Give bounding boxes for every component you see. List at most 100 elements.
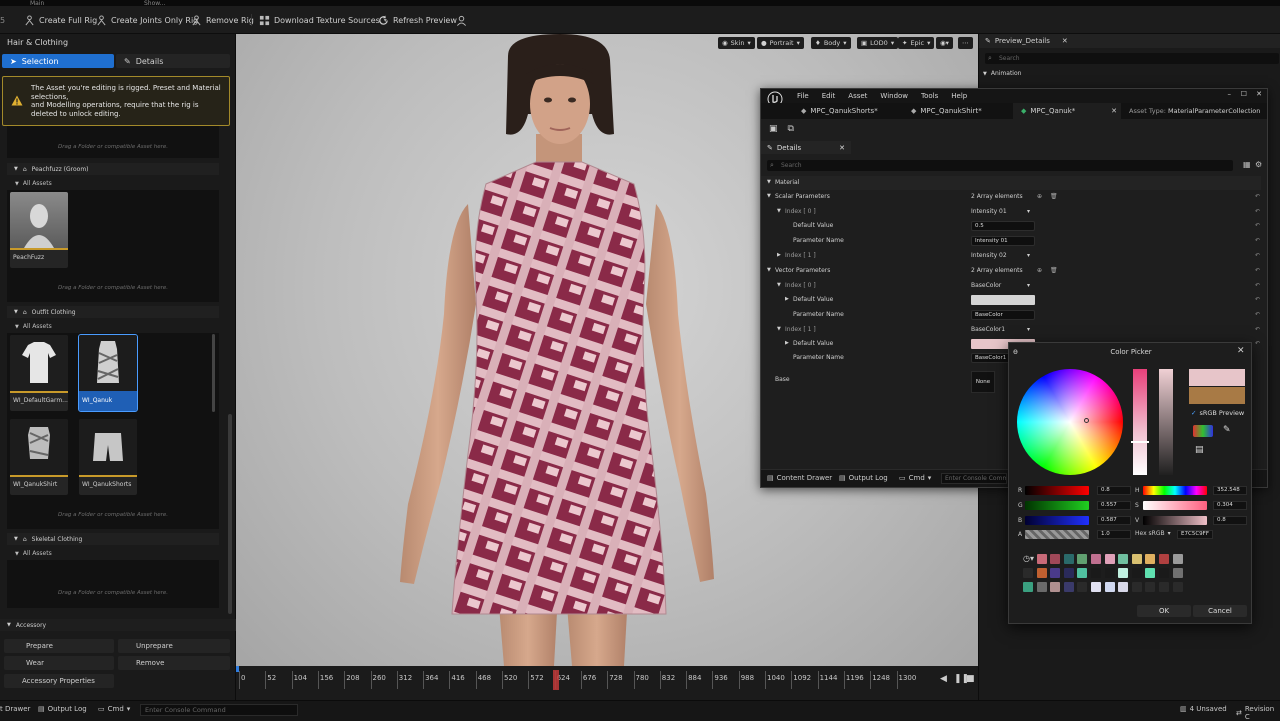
scalar-parameters-row[interactable]: ▼ Scalar Parameters 2 Array elements ⊕ 🗑 … [761, 190, 1261, 204]
color-swatch[interactable] [1159, 554, 1169, 564]
download-texture-sources-button[interactable]: Download Texture Sources ▾ [259, 12, 387, 28]
color-swatch[interactable] [1050, 582, 1061, 592]
tab-details[interactable]: ✎ Details [116, 54, 230, 68]
b-value-input[interactable]: 0.587 [1097, 516, 1131, 525]
reset-icon[interactable]: ↶ [1255, 326, 1260, 333]
details-tab[interactable]: ✎ Details ✕ [761, 141, 851, 154]
add-element-icon[interactable]: ⊕ [1037, 267, 1042, 274]
stop-icon[interactable]: ■ [966, 674, 975, 684]
reset-icon[interactable]: ↶ [1255, 208, 1260, 215]
color-wheel[interactable] [1017, 369, 1123, 475]
animation-section[interactable]: ▼ Animation [983, 70, 1021, 77]
lod-dropdown[interactable]: ▣ LOD0 ▾ [857, 37, 899, 49]
vector-index1-row[interactable]: ▼ Index [ 1 ] BaseColor1 ▾ ↶ [761, 323, 1261, 337]
portrait-dropdown[interactable]: ● Portrait ▾ [757, 37, 804, 49]
v-slider[interactable] [1143, 516, 1207, 525]
asset-thumb-qanuk[interactable]: WI_Qanuk [78, 334, 138, 412]
vector-index0-row[interactable]: ▼ Index [ 0 ] BaseColor ▾ ↶ [761, 279, 1261, 293]
quality-dropdown[interactable]: ✦ Epic ▾ [898, 37, 935, 49]
color-swatch[interactable] [1050, 554, 1061, 564]
color-swatch[interactable] [1063, 582, 1074, 592]
peachfuzz-all-assets[interactable]: ▼ All Assets [7, 178, 219, 189]
close-icon[interactable]: ✕ [1062, 37, 1068, 45]
delete-all-icon[interactable]: 🗑 [1050, 267, 1058, 274]
saturation-bar[interactable] [1133, 369, 1147, 475]
color-swatch[interactable] [1091, 568, 1101, 578]
mpc-cmd-dropdown[interactable]: ▭ Cmd ▾ [899, 474, 931, 482]
srgb-preview-checkbox[interactable]: ✓ sRGB Preview [1191, 409, 1244, 417]
create-full-rig-button[interactable]: Create Full Rig [24, 12, 97, 28]
color-swatch[interactable] [1036, 554, 1047, 564]
color-swatch[interactable] [1091, 582, 1101, 592]
color-swatch[interactable] [1063, 568, 1074, 578]
menu-file[interactable]: File [797, 92, 809, 100]
reset-icon[interactable]: ↶ [1255, 311, 1260, 318]
reset-icon[interactable]: ↶ [1255, 237, 1260, 244]
animation-timeline[interactable]: 0 52 104 156 208 260 312 364 416 468 520 572 624 676 7… [236, 666, 978, 700]
browse-icon[interactable]: ⧉ [788, 124, 794, 134]
r-slider[interactable] [1025, 486, 1089, 495]
ok-button[interactable]: OK [1137, 605, 1191, 617]
color-channels-icon[interactable] [1193, 425, 1213, 437]
save-icon[interactable]: ▣ [769, 124, 778, 134]
unprepare-button[interactable]: Unprepare [118, 639, 230, 653]
color-wheel-cursor[interactable] [1084, 418, 1089, 423]
color-swatch[interactable] [1023, 582, 1033, 592]
rewind-icon[interactable]: ◀ [940, 674, 947, 684]
accessory-properties-button[interactable]: Accessory Properties [4, 674, 114, 688]
value-bar[interactable] [1159, 369, 1173, 475]
r-value-input[interactable]: 0.8 [1097, 486, 1131, 495]
preview-details-tab[interactable]: ✎ Preview_Details ✕ [979, 34, 1280, 48]
color-swatch[interactable] [1172, 582, 1183, 592]
history-icon[interactable]: ◷▾ [1023, 554, 1034, 563]
color-swatch[interactable] [1077, 582, 1088, 592]
color-swatch[interactable] [1145, 554, 1156, 564]
skeletal-all-assets[interactable]: ▼ All Assets [7, 548, 219, 559]
h-slider[interactable] [1143, 486, 1207, 495]
peachfuzz-section-header[interactable]: ▼ ⌂ Peachfuzz (Groom) [7, 163, 219, 175]
g-value-input[interactable]: 0.557 [1097, 501, 1131, 510]
close-window-icon[interactable]: ✕ [1256, 90, 1262, 98]
saturation-slider-handle[interactable] [1131, 441, 1149, 443]
tab-selection[interactable]: ➤ Selection [2, 54, 114, 68]
reset-icon[interactable]: ↶ [1255, 267, 1260, 274]
color-swatch[interactable] [1172, 568, 1183, 578]
user-icon[interactable] [456, 12, 467, 28]
vector0-parameter-name-input[interactable]: BaseColor [971, 310, 1035, 320]
content-drawer-button[interactable]: t Drawer [0, 705, 30, 713]
scalar-index1-row[interactable]: ▶ Index [ 1 ] Intensity 02 ▾ ↶ [761, 249, 1261, 263]
body-dropdown[interactable]: ♦ Body ▾ [811, 37, 851, 49]
color-swatch[interactable] [1159, 568, 1169, 578]
material-category[interactable]: ▼ Material [761, 176, 1261, 190]
outfit-scrollbar[interactable] [212, 334, 215, 412]
settings-gear-icon[interactable]: ⚙ [1255, 160, 1262, 169]
outfit-section-header[interactable]: ▼ ⌂ Outfit Clothing [7, 306, 219, 318]
remove-rig-button[interactable]: Remove Rig [191, 12, 254, 28]
output-log-button[interactable]: ▤ Output Log [38, 705, 87, 713]
reset-icon[interactable]: ↶ [1255, 340, 1260, 347]
console-input[interactable]: Enter Console Command [140, 704, 298, 716]
a-value-input[interactable]: 1.0 [1097, 530, 1131, 539]
menu-asset[interactable]: Asset [848, 92, 867, 100]
close-icon[interactable]: ✕ [1237, 346, 1245, 356]
color-swatch[interactable] [1036, 568, 1047, 578]
eyedropper-icon[interactable]: ✎ [1223, 425, 1231, 435]
menu-help[interactable]: Help [951, 92, 967, 100]
asset-thumb-default-garment[interactable]: WI_DefaultGarm... [10, 335, 68, 411]
asset-thumb-qanuk-shirt[interactable]: WI_QanukShirt [10, 419, 68, 495]
reset-icon[interactable]: ↶ [1255, 282, 1260, 289]
mpc-content-drawer-button[interactable]: ▤ Content Drawer [767, 474, 832, 482]
asset-thumb-qanuk-shorts[interactable]: WI_QanukShorts [79, 419, 137, 495]
g-slider[interactable] [1025, 501, 1089, 510]
menu-tools[interactable]: Tools [921, 92, 938, 100]
groom-drop-area[interactable]: Drag a Folder or compatible Asset here. [7, 126, 219, 158]
cmd-dropdown[interactable]: ▭ Cmd ▾ [98, 705, 130, 713]
view-options-icon[interactable]: ◉▾ [936, 37, 953, 49]
skin-dropdown[interactable]: ◉ Skin ▾ [718, 37, 755, 49]
color-swatch[interactable] [1063, 554, 1074, 564]
hex-mode-dropdown[interactable]: Hex sRGB ▾ [1135, 530, 1171, 537]
color-swatch[interactable] [1159, 582, 1169, 592]
s-value-input[interactable]: 0.304 [1213, 501, 1247, 510]
preview-search-input[interactable]: Search [985, 53, 1279, 64]
color-swatch[interactable] [1036, 582, 1047, 592]
